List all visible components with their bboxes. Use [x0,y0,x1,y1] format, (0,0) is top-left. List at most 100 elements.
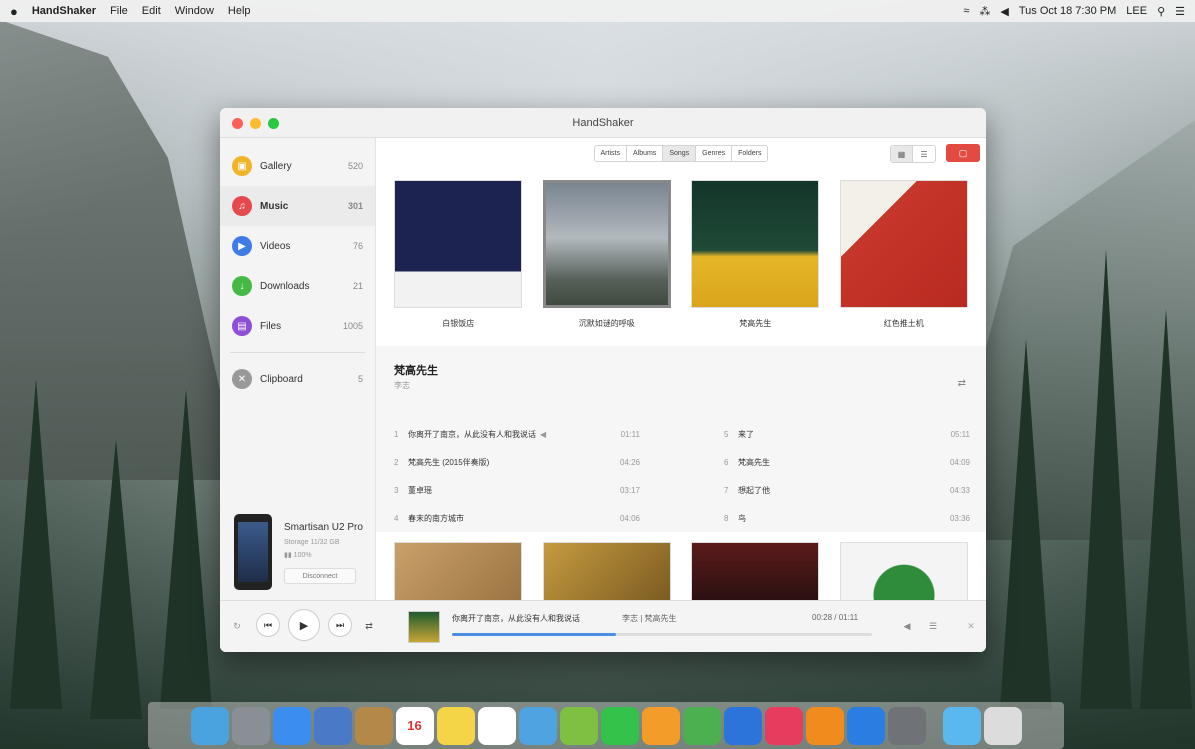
now-playing-title: 你离开了南京，从此没有人和我说话 [452,614,580,623]
notification-center-icon[interactable]: ☰ [1175,5,1185,18]
disconnect-button[interactable]: Disconnect [284,568,356,584]
next-button[interactable]: ⏭ [328,613,352,637]
album-cover[interactable] [394,542,523,600]
contacts-icon[interactable] [354,706,393,745]
play-button[interactable]: ▶ [288,609,320,641]
sidebar-item-count: 520 [347,161,363,171]
track-duration: 01:11 [620,429,640,439]
album-cover[interactable] [542,542,671,600]
sidebar-item-files[interactable]: ▤ Files 1005 [220,306,375,346]
itunes-icon[interactable] [764,706,803,745]
sidebar-item-music[interactable]: ♫ Music 301 [220,186,375,226]
volume-icon[interactable]: ◀ [1000,5,1008,18]
album-title: 红色推土机 [883,319,924,328]
now-playing-cover [408,611,440,643]
view-mode-toggle: ▦ ☰ [890,145,936,163]
track-row[interactable]: 7 想起了他 04:33 [724,482,970,498]
zoom-window-button[interactable] [268,118,279,129]
apple-menu-icon[interactable]: ● [10,4,18,19]
background-tree [1080,249,1132,709]
track-row[interactable]: 2 梵高先生 (2015伴奏版) 04:26 [394,454,640,470]
track-row[interactable]: 4 春末的南方城市 04:06 [394,510,640,526]
track-row[interactable]: 6 梵高先生 04:09 [724,454,970,470]
dock: 16 [148,702,1064,749]
album-cover [394,180,523,308]
tab-songs[interactable]: Songs [663,145,697,161]
album-grid-row-2 [376,542,986,600]
album-item[interactable]: 红色推土机 [839,180,968,346]
sidebar-item-gallery[interactable]: ▣ Gallery 520 [220,146,375,186]
finder-icon[interactable] [190,706,229,745]
tab-artists[interactable]: Artists [594,145,627,161]
album-item[interactable]: 沉默如谜的呼吸 [542,180,671,346]
bluetooth-icon[interactable]: ⁂ [979,5,990,18]
track-row[interactable]: 1 你离开了南京，从此没有人和我说话 ◀ 01:11 [394,426,640,442]
sidebar-item-downloads[interactable]: ↓ Downloads 21 [220,266,375,306]
launchpad-icon[interactable] [231,706,270,745]
list-view-icon[interactable]: ☰ [913,146,935,162]
menu-clock[interactable]: Tus Oct 18 7:30 PM [1019,5,1116,17]
facetime-icon[interactable] [600,706,639,745]
menu-app-name[interactable]: HandShaker [32,5,96,17]
playlist-icon[interactable]: ☰ [926,619,940,633]
track-title: 春末的南方城市 [408,513,464,523]
album-detail-artist: 李志 [394,381,410,390]
folder-icon[interactable] [942,706,981,745]
shuffle-icon[interactable]: ⇄ [958,378,966,389]
volume-icon[interactable]: ◀ [900,619,914,633]
previous-button[interactable]: ⏮ [256,613,280,637]
reminders-icon[interactable] [477,706,516,745]
track-duration: 04:09 [949,457,970,467]
menu-help[interactable]: Help [228,5,251,17]
toolbar: Artists Albums Songs Genres Folders ▦ ☰ … [376,138,986,168]
album-cover[interactable] [691,542,820,600]
window-title: HandShaker [572,116,634,129]
tab-folders[interactable]: Folders [732,145,768,161]
calendar-icon[interactable]: 16 [395,706,434,745]
close-player-icon[interactable]: ✕ [964,619,978,633]
album-item[interactable]: 白银饭店 [394,180,523,346]
album-item[interactable]: 梵高先生 [691,180,820,346]
grid-view-icon[interactable]: ▦ [891,146,913,162]
android-icon[interactable] [559,706,598,745]
wifi-icon[interactable]: ≈ [963,5,969,17]
trash-icon[interactable] [983,706,1022,745]
pages-icon[interactable] [641,706,680,745]
notes-icon[interactable] [436,706,475,745]
background-tree [90,439,142,719]
minimize-window-button[interactable] [250,118,261,129]
sidebar-item-videos[interactable]: ▶ Videos 76 [220,226,375,266]
safari-icon[interactable] [272,706,311,745]
download-icon: ↓ [232,276,252,296]
track-row[interactable]: 3 董卓瑶 03:17 [394,482,640,498]
close-window-button[interactable] [232,118,243,129]
track-number: 5 [724,429,729,439]
delete-button[interactable]: ▢ [946,144,980,162]
progress-bar[interactable] [452,633,872,636]
track-duration: 03:17 [619,485,640,495]
album-cover[interactable] [839,542,968,600]
tab-albums[interactable]: Albums [626,145,664,161]
keynote-icon[interactable] [723,706,762,745]
gallery-icon: ▣ [232,156,252,176]
repeat-icon[interactable]: ↻ [230,619,244,633]
system-preferences-icon[interactable] [887,706,926,745]
appstore-icon[interactable] [846,706,885,745]
window-titlebar[interactable]: HandShaker [220,108,986,138]
track-row[interactable]: 5 来了 05:11 [724,426,970,442]
tab-genres[interactable]: Genres [696,145,733,161]
menu-file[interactable]: File [110,5,128,17]
numbers-icon[interactable] [682,706,721,745]
photos-icon[interactable] [518,706,557,745]
album-detail-panel: 梵高先生 李志 ⇄ 1 你离开了南京，从此没有人和我说话 ◀ 01:11 2 梵… [376,346,986,532]
ibooks-icon[interactable] [805,706,844,745]
menu-window[interactable]: Window [175,5,214,17]
menu-user[interactable]: LEE [1126,5,1147,17]
menu-edit[interactable]: Edit [142,5,161,17]
sidebar-item-clipboard[interactable]: ✕ Clipboard 5 [220,359,375,399]
sidebar-item-label: Clipboard [260,373,303,385]
track-row[interactable]: 8 鸟 03:36 [724,510,970,526]
preview-icon[interactable] [313,706,352,745]
spotlight-icon[interactable]: ⚲ [1157,5,1165,18]
shuffle-icon[interactable]: ⇄ [362,619,376,633]
